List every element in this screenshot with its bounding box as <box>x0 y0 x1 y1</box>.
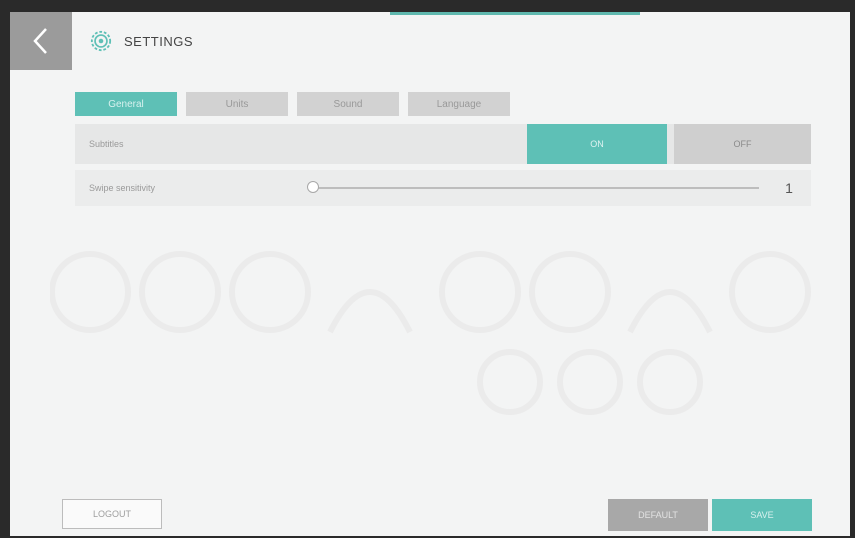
subtitles-on-button[interactable]: ON <box>527 124 667 164</box>
swipe-sensitivity-slider-track[interactable] <box>313 187 759 189</box>
subtitles-off-button[interactable]: OFF <box>674 124 811 164</box>
swipe-sensitivity-value: 1 <box>785 180 793 196</box>
tab-general[interactable]: General <box>75 92 177 116</box>
chevron-left-icon <box>33 28 47 54</box>
settings-tabs: General Units Sound Language <box>75 92 510 116</box>
tab-units[interactable]: Units <box>186 92 288 116</box>
tab-language[interactable]: Language <box>408 92 510 116</box>
subtitles-label: Subtitles <box>89 139 124 149</box>
page-title: SETTINGS <box>124 33 194 49</box>
tab-sound[interactable]: Sound <box>297 92 399 116</box>
save-button[interactable]: SAVE <box>712 499 812 531</box>
swipe-sensitivity-row: Swipe sensitivity 1 <box>75 170 811 206</box>
app-screen: SETTINGS General Units Sound Language Su… <box>10 12 850 536</box>
swipe-sensitivity-slider-thumb[interactable] <box>307 181 319 193</box>
swipe-sensitivity-label: Swipe sensitivity <box>89 183 156 193</box>
back-button[interactable] <box>10 12 72 70</box>
logout-button[interactable]: LOGOUT <box>62 499 162 529</box>
app-header: SETTINGS <box>72 12 850 70</box>
gear-icon <box>90 30 112 52</box>
background-watermark <box>50 251 811 415</box>
subtitles-row: Subtitles ON OFF <box>75 124 811 164</box>
default-button[interactable]: DEFAULT <box>608 499 708 531</box>
